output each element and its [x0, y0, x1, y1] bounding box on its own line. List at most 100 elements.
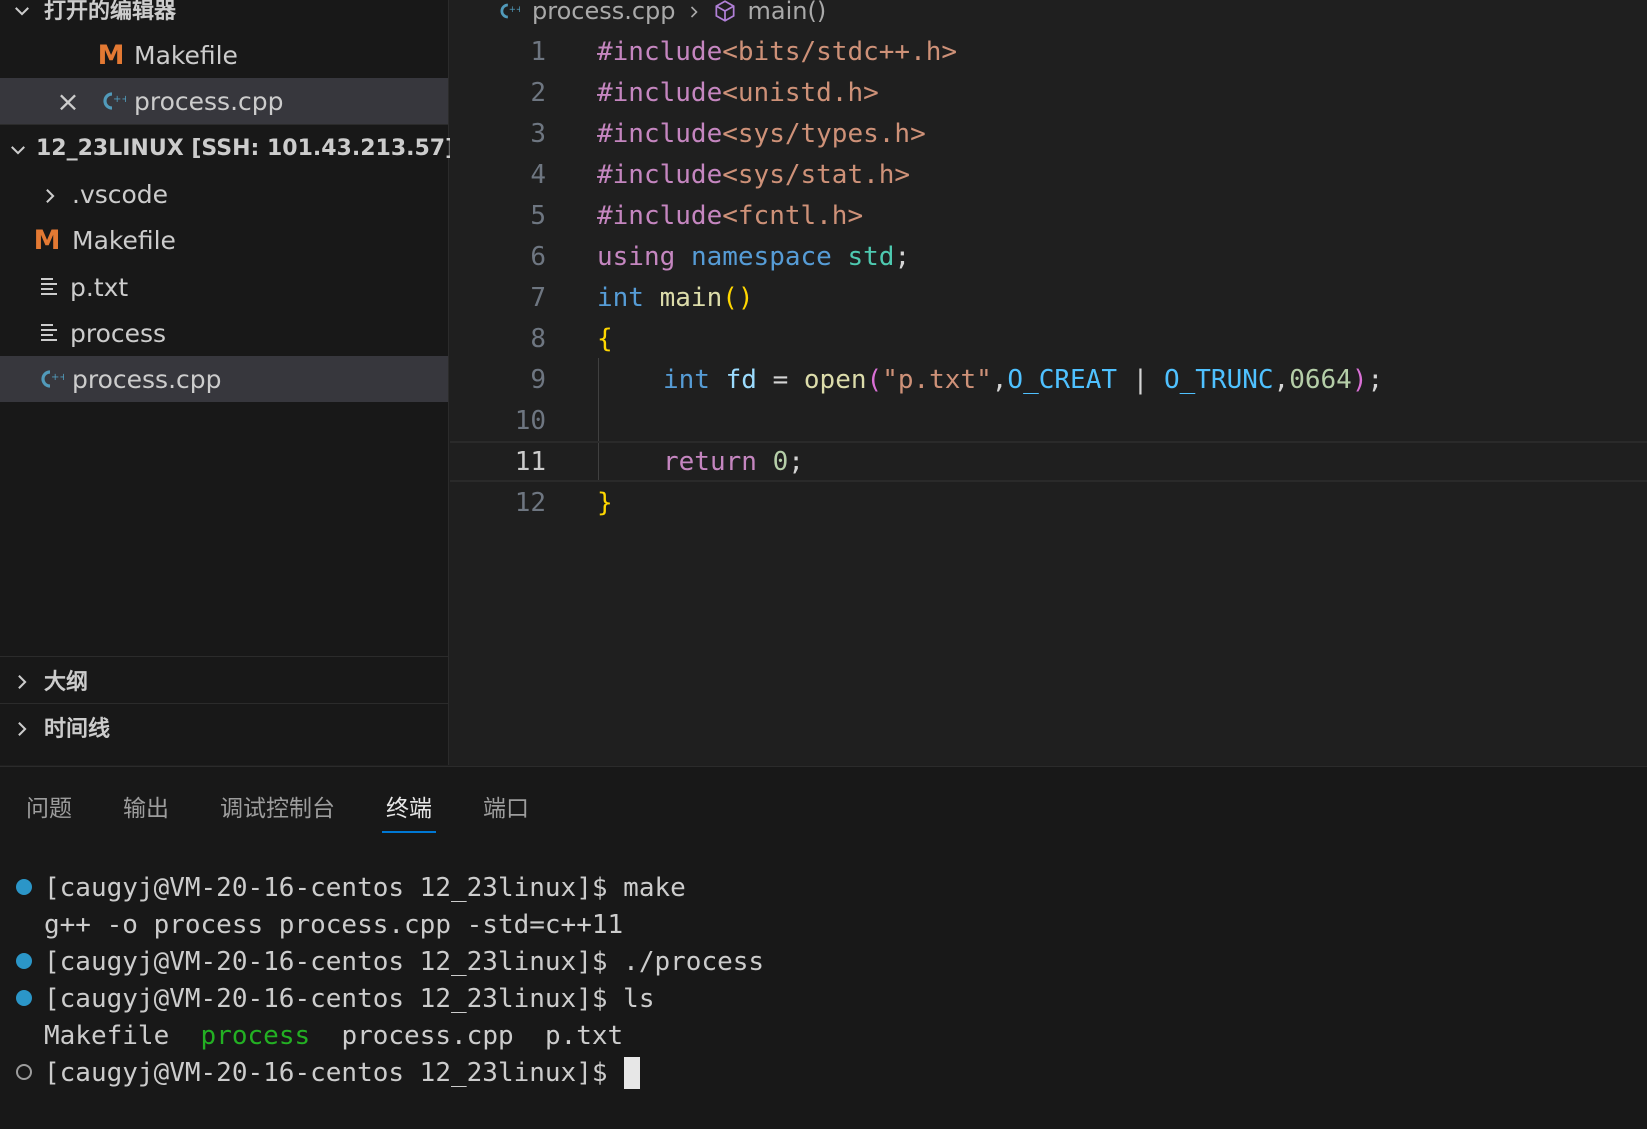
cpp-icon: ++: [500, 3, 520, 19]
breadcrumb: ++ process.cpp main(): [494, 0, 826, 28]
code-token: O_CREAT: [1007, 364, 1117, 395]
tab-terminal[interactable]: 终端: [382, 785, 436, 833]
timeline-header[interactable]: 时间线: [0, 704, 448, 750]
code-token: 0664: [1289, 364, 1352, 395]
code-line[interactable]: 4 #include<sys/stat.h>: [450, 154, 1647, 195]
code-token: ): [1351, 364, 1368, 395]
terminal-line: g++ -o process process.cpp -std=c++11: [44, 909, 624, 940]
line-number: 7: [530, 282, 546, 313]
close-icon[interactable]: ×: [56, 85, 80, 118]
workspace-header[interactable]: 12_23LINUX [SSH: 101.43.213.57]: [0, 125, 455, 171]
code-token: (: [866, 364, 883, 395]
open-editors-header[interactable]: 打开的编辑器: [0, 0, 448, 32]
svg-text:++: ++: [509, 5, 520, 15]
code-token: <sys/types.h>: [722, 118, 926, 149]
outline-header[interactable]: 大纲: [0, 657, 448, 703]
line-number: 2: [530, 77, 546, 108]
ls-entry-executable: process: [200, 1020, 311, 1051]
tab-problems[interactable]: 问题: [22, 785, 76, 833]
ls-entry: process.cpp: [341, 1020, 514, 1051]
code-token: return: [663, 446, 757, 477]
terminal-prompt: [caugyj@VM-20-16-centos 12_23linux]$: [44, 1057, 608, 1088]
code-token: #include: [597, 159, 723, 190]
line-number: 3: [530, 118, 546, 149]
ls-entry: Makefile: [44, 1020, 170, 1051]
code-line[interactable]: 5 #include<fcntl.h>: [450, 195, 1647, 236]
code-token: <fcntl.h>: [722, 200, 864, 231]
code-line[interactable]: 12 }: [450, 482, 1647, 523]
code-line[interactable]: 6 using namespace std;: [450, 236, 1647, 277]
tree-item-label: Makefile: [72, 225, 176, 255]
code-token: int: [597, 282, 644, 313]
tree-item-label: process: [70, 318, 167, 348]
terminal-line: [caugyj@VM-20-16-centos 12_23linux]$ ./p…: [44, 946, 765, 977]
chevron-down-icon: [8, 0, 36, 24]
tab-ports[interactable]: 端口: [479, 785, 533, 833]
code-token: <sys/stat.h>: [722, 159, 911, 190]
code-token: |: [1117, 364, 1164, 395]
command-status-dot-icon[interactable]: [16, 953, 32, 969]
code-line[interactable]: 10: [450, 400, 1647, 441]
terminal-prompt-line[interactable]: [caugyj@VM-20-16-centos 12_23linux]$: [44, 1054, 640, 1091]
breadcrumb-file[interactable]: process.cpp: [532, 0, 676, 25]
workspace-title: 12_23LINUX [SSH: 101.43.213.57]: [36, 135, 456, 161]
tab-output[interactable]: 输出: [119, 785, 173, 833]
breadcrumb-symbol[interactable]: main(): [748, 0, 827, 25]
code-token: }: [597, 487, 613, 518]
tree-item-p-txt[interactable]: p.txt: [0, 264, 448, 310]
code-token: {: [597, 323, 613, 354]
code-token: fd: [725, 364, 757, 395]
tree-item-makefile[interactable]: M Makefile: [0, 217, 448, 263]
code-editor[interactable]: ++ process.cpp main() 1 #include<bits/st…: [450, 0, 1647, 765]
chevron-right-icon: [8, 666, 36, 695]
chevron-right-icon: [36, 180, 64, 209]
terminal-cursor: [623, 1056, 640, 1089]
code-line[interactable]: 9 int fd = open("p.txt",O_CREAT | O_TRUN…: [450, 359, 1647, 400]
tree-item-vscode[interactable]: .vscode: [0, 171, 448, 217]
panel-tabs: 问题 输出 调试控制台 终端 端口: [22, 785, 576, 833]
code-line[interactable]: 3 #include<sys/types.h>: [450, 113, 1647, 154]
command-status-dot-icon[interactable]: [16, 1064, 32, 1080]
line-number: 1: [530, 36, 546, 67]
code-token: #include: [597, 200, 723, 231]
line-number: 8: [530, 323, 546, 354]
code-token: <bits/stdc++.h>: [722, 36, 958, 67]
code-token: namespace: [690, 241, 832, 272]
code-token: std: [847, 241, 895, 272]
ls-entry: p.txt: [544, 1020, 624, 1051]
cpp-icon: ++: [41, 370, 64, 388]
code-token: ;: [788, 446, 804, 477]
code-token: =: [756, 364, 804, 395]
tree-item-process[interactable]: process: [0, 310, 448, 356]
code-line[interactable]: 2 #include<unistd.h>: [450, 72, 1647, 113]
text-file-icon: [41, 324, 57, 341]
tree-item-process-cpp[interactable]: ++ process.cpp: [0, 356, 448, 402]
command-status-dot-icon[interactable]: [16, 879, 32, 895]
code-token: ;: [1367, 364, 1384, 395]
code-token: using: [597, 241, 676, 272]
code-line[interactable]: 7 int main(): [450, 277, 1647, 318]
chevron-down-icon: [8, 134, 28, 163]
line-number: 10: [514, 405, 546, 436]
code-token: ;: [894, 241, 911, 272]
command-status-dot-icon[interactable]: [16, 990, 32, 1006]
terminal-line: [caugyj@VM-20-16-centos 12_23linux]$ mak…: [44, 872, 686, 903]
code-token: int: [663, 364, 710, 395]
tab-debug-console[interactable]: 调试控制台: [216, 785, 339, 833]
code-line-current[interactable]: 11 return 0;: [450, 441, 1647, 482]
explorer-sidebar: 打开的编辑器 M Makefile × ++ process.cpp 12_23…: [0, 0, 455, 765]
breadcrumb-separator-icon: [686, 0, 702, 25]
timeline-title: 时间线: [44, 717, 111, 742]
text-file-icon: [41, 278, 57, 295]
open-editor-item-process-cpp[interactable]: × ++ process.cpp: [0, 78, 448, 124]
code-line[interactable]: 1 #include<bits/stdc++.h>: [450, 31, 1647, 72]
open-editor-label: process.cpp: [134, 86, 284, 116]
outline-title: 大纲: [44, 670, 89, 695]
code-token: <unistd.h>: [722, 77, 879, 108]
line-number: 4: [530, 159, 546, 190]
open-editor-item-makefile[interactable]: M Makefile: [0, 32, 448, 78]
code-token: open: [803, 364, 867, 395]
code-token: #include: [597, 77, 723, 108]
code-token: (): [722, 282, 754, 313]
code-line[interactable]: 8 {: [450, 318, 1647, 359]
